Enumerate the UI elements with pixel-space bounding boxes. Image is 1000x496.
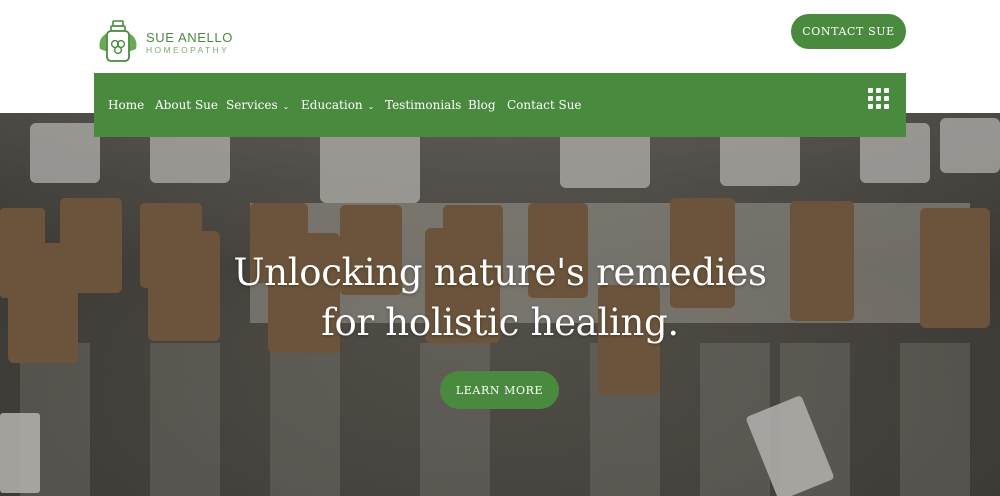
contact-sue-button[interactable]: CONTACT SUE: [791, 14, 906, 49]
learn-more-button[interactable]: LEARN MORE: [440, 371, 559, 409]
brand-name: SUE ANELLO: [146, 30, 233, 46]
nav-item-label: About Sue: [155, 98, 218, 112]
bottle-leaf-logo-icon: [99, 20, 137, 62]
main-navigation: Home About Sue Services ⌄ Education ⌄ Te…: [94, 73, 906, 137]
brand-subtitle: HOMEOPATHY: [146, 45, 230, 56]
nav-item-education[interactable]: Education ⌄: [301, 73, 374, 137]
hero-headline: Unlocking nature's remedies for holistic…: [0, 248, 1000, 348]
chevron-down-icon: ⌄: [282, 101, 290, 111]
hero-headline-line-1: Unlocking nature's remedies: [233, 251, 767, 294]
nav-item-label: Contact Sue: [507, 98, 582, 112]
nav-item-contact-sue[interactable]: Contact Sue: [507, 73, 582, 137]
hero-headline-line-2: for holistic healing.: [321, 301, 679, 344]
site-logo[interactable]: SUE ANELLO HOMEOPATHY: [96, 18, 256, 68]
nav-item-services[interactable]: Services ⌄: [226, 73, 289, 137]
nav-item-label: Blog: [468, 98, 496, 112]
nav-item-about-sue[interactable]: About Sue: [155, 73, 218, 137]
nav-item-blog[interactable]: Blog: [468, 73, 496, 137]
nav-item-home[interactable]: Home: [108, 73, 144, 137]
nav-item-testimonials[interactable]: Testimonials: [385, 73, 461, 137]
nav-item-label: Education: [301, 98, 363, 112]
nav-item-label: Testimonials: [385, 98, 462, 112]
nav-item-label: Home: [108, 98, 145, 112]
nav-item-label: Services: [226, 98, 278, 112]
grid-menu-icon[interactable]: [868, 88, 889, 109]
chevron-down-icon: ⌄: [367, 101, 375, 111]
